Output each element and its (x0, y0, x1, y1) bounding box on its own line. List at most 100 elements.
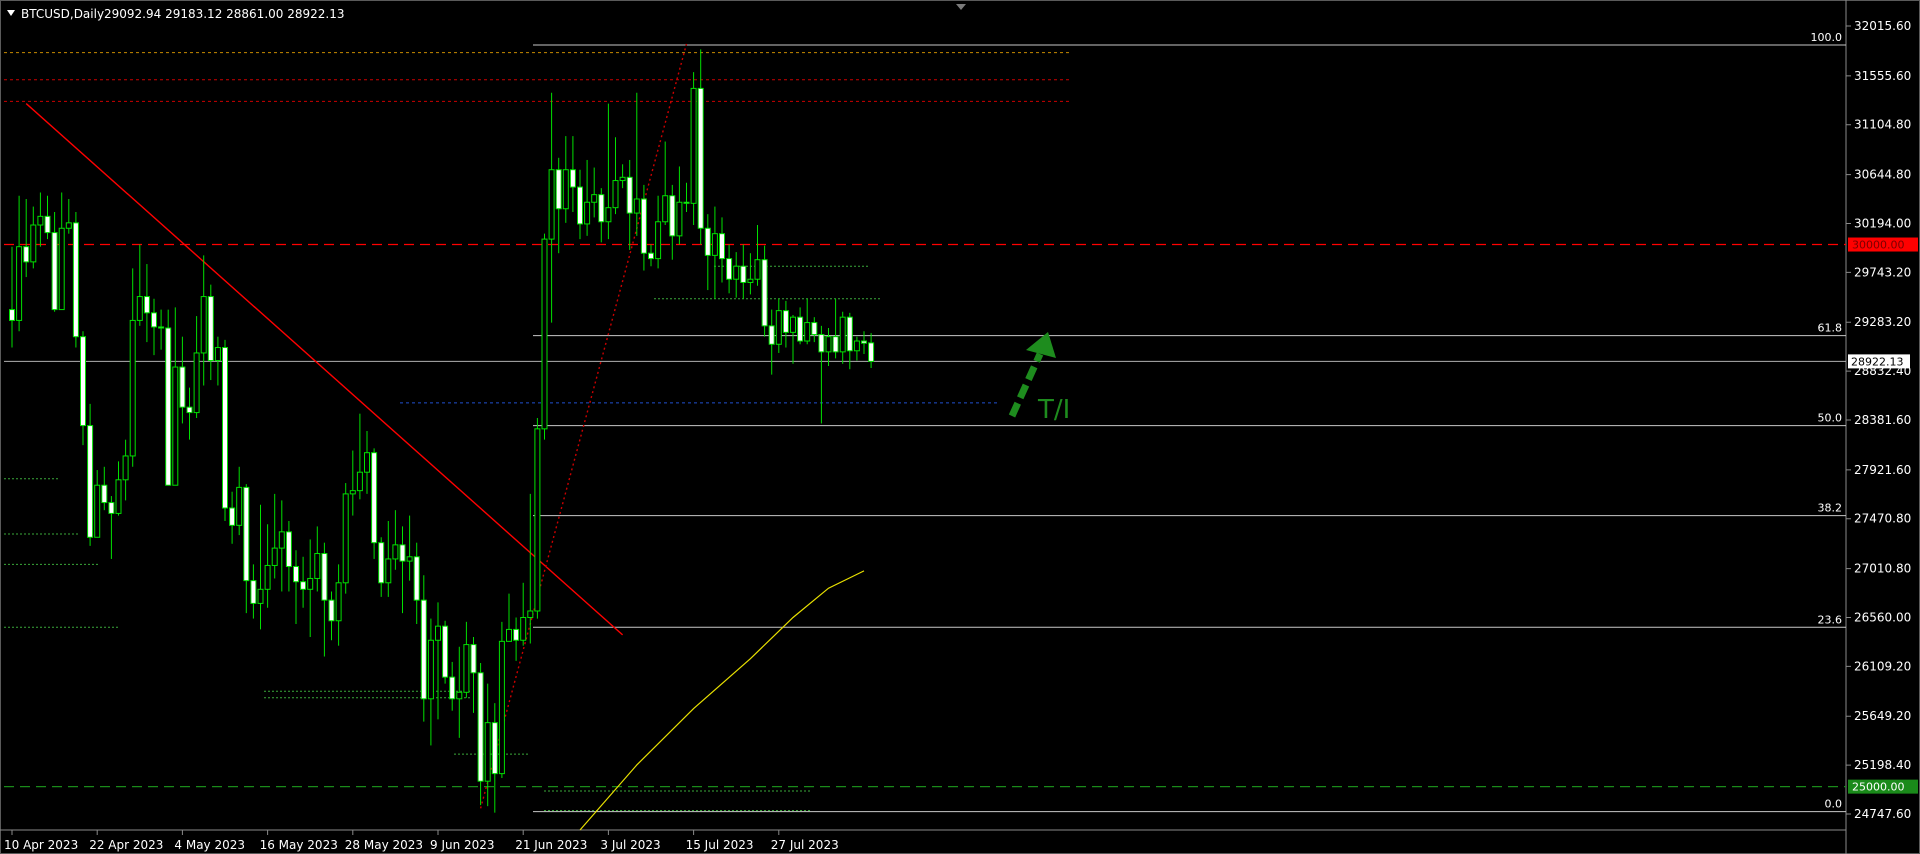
candle-body-bear (300, 581, 307, 590)
candle-body-bull (804, 322, 811, 342)
candle-body-bear (861, 340, 867, 344)
candle-body-bull (790, 316, 796, 333)
candle-body-bear (371, 452, 378, 544)
x-tick-label: 22 Apr 2023 (89, 838, 163, 852)
candle-body-bear (23, 246, 30, 263)
candle-body-bear (143, 296, 150, 314)
candle-body-bear (683, 201, 690, 204)
candle-body-bull (406, 556, 413, 562)
scroll-marker-icon[interactable] (956, 4, 966, 10)
candle-body-bull (136, 296, 143, 321)
candle-body-bear (51, 232, 58, 311)
candle-body-bear (378, 542, 385, 584)
y-tick-label: 31104.80 (1854, 118, 1911, 132)
candle-body-bear (648, 252, 654, 260)
x-tick-label: 10 Apr 2023 (4, 838, 78, 852)
candle-body-bear (179, 366, 186, 408)
candle-body-bear (413, 556, 420, 601)
candle-body-bull (271, 547, 278, 566)
candle-body-bull (584, 201, 591, 225)
candle-body-bear (44, 215, 51, 234)
fib-level-label: 0.0 (1825, 798, 1843, 811)
candle-body-bull (534, 428, 541, 612)
y-tick-label: 28381.60 (1854, 413, 1911, 427)
candle-body-bear (165, 327, 172, 486)
candle-body-bull (853, 340, 860, 352)
candle-body-bull (435, 625, 441, 641)
btcusd-daily-chart[interactable]: BTCUSD,Daily 29092.94 29183.12 28861.00 2… (0, 0, 1920, 854)
y-tick-label: 31555.60 (1854, 69, 1911, 83)
candle-body-bear (108, 502, 115, 514)
candle-body-bear (569, 169, 576, 188)
y-tick-label: 29743.20 (1854, 265, 1911, 279)
candle-body-bull (278, 531, 285, 549)
ascending-dotted-trendline[interactable] (479, 43, 688, 809)
x-tick-label: 16 May 2023 (260, 838, 338, 852)
x-tick-label: 21 Jun 2023 (515, 838, 587, 852)
candle-body-bear (669, 195, 676, 237)
candle-body-bull (506, 628, 512, 642)
candle-body-bear (868, 342, 875, 362)
candle-body-bull (264, 564, 271, 590)
fib-level-label: 23.6 (1818, 613, 1843, 626)
candle-body-bear (72, 222, 79, 338)
candle-body-bear (782, 310, 789, 333)
y-tick-label: 27010.80 (1854, 562, 1911, 576)
candle-body-bear (285, 531, 292, 568)
candle-body-bear (846, 316, 853, 352)
candle-body-bull (356, 471, 363, 492)
collapse-triangle-icon[interactable] (7, 10, 15, 16)
candle-body-bull (498, 640, 505, 775)
candle-body-bear (222, 347, 228, 509)
candle-body-bear (328, 599, 335, 622)
x-tick-label: 3 Jul 2023 (600, 838, 660, 852)
candle-body-bull (690, 87, 697, 204)
candle-body-bull (747, 278, 754, 283)
candle-body-bear (811, 322, 818, 336)
candle-body-bull (37, 215, 44, 226)
y-tick-label: 30194.00 (1854, 216, 1911, 230)
candle-body-bull (257, 588, 264, 604)
candle-body-bull (335, 582, 342, 622)
candle-body-bear (243, 486, 250, 582)
candle-body-bear (768, 325, 775, 345)
y-tick-label: 30644.80 (1854, 168, 1911, 182)
candle-body-bull (527, 610, 534, 618)
candle-body-bull (214, 347, 221, 362)
candle-body-bear (726, 258, 733, 280)
candle-body-bear (740, 265, 747, 283)
candle-body-bear (321, 553, 328, 601)
candle-body-bull (633, 198, 640, 214)
candle-body-bull (236, 486, 243, 526)
candle-body-bear (9, 309, 15, 321)
candle-body-bear (399, 544, 406, 562)
candle-body-bull (754, 259, 761, 280)
price-level-label: 30000.00 (1852, 239, 1905, 252)
fib-level-label: 100.0 (1811, 31, 1843, 44)
candle-body-bull (825, 336, 832, 353)
candle-body-bear (449, 676, 456, 700)
fib-level-label: 61.8 (1818, 322, 1843, 335)
candle-body-bear (293, 566, 299, 583)
candle-body-bear (704, 227, 711, 256)
x-tick-label: 15 Jul 2023 (686, 838, 754, 852)
bullish-arrow-shaft (1008, 352, 1044, 418)
candle-body-bull (427, 639, 434, 700)
candle-body-bear (186, 406, 193, 414)
candle-body-bear (442, 625, 449, 678)
candle-body-bear (80, 336, 86, 427)
candle-body-bull (541, 238, 548, 430)
annotation-label: T/I (1037, 395, 1070, 425)
candle-body-bull (775, 310, 782, 345)
candle-body-bear (626, 176, 633, 214)
candle-body-bull (463, 644, 470, 693)
chart-frame: BTCUSD,Daily 29092.94 29183.12 28861.00 2… (0, 0, 1920, 854)
candle-body-bull (58, 227, 65, 311)
y-tick-label: 24747.60 (1854, 807, 1911, 821)
candle-body-bear (229, 507, 236, 526)
candle-body-bull (612, 180, 619, 209)
x-tick-label: 4 May 2023 (174, 838, 245, 852)
candle-body-bull (16, 246, 23, 321)
candle-body-bear (761, 259, 768, 327)
candle-body-bull (562, 169, 569, 210)
